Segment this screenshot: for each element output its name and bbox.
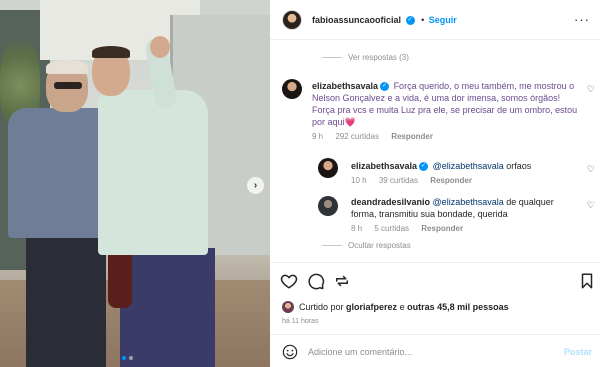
comment-text: elizabethsavala ✓ Força querido, o meu ta… xyxy=(312,80,582,128)
comment-likes[interactable]: 292 curtidas xyxy=(335,132,379,141)
hide-replies-label: Ocultar respostas xyxy=(348,241,411,250)
add-comment-bar: Postar xyxy=(270,334,600,367)
view-replies-button[interactable]: Ver respostas (3) xyxy=(322,53,409,62)
comment-time[interactable]: 9 h xyxy=(312,132,323,141)
reply-likes[interactable]: 39 curtidas xyxy=(379,176,418,185)
reply-text: deandradesilvanio @elizabethsavala de qu… xyxy=(351,196,576,220)
post-time-ago[interactable]: há 11 horas xyxy=(282,318,318,325)
author-avatar[interactable] xyxy=(282,10,302,30)
reply-button[interactable]: Responder xyxy=(430,176,472,185)
comment-item: elizabethsavala ✓ Força querido, o meu ta… xyxy=(312,80,582,141)
carousel-dot xyxy=(129,356,133,360)
liked-by-others[interactable]: outras 45,8 mil pessoas xyxy=(407,302,509,312)
reply-time[interactable]: 8 h xyxy=(351,224,362,233)
reply-button[interactable]: Responder xyxy=(421,224,463,233)
like-comment-heart-icon[interactable]: ♡ xyxy=(587,84,595,95)
hide-replies-button[interactable]: Ocultar respostas xyxy=(322,241,411,250)
liked-by-connector: e xyxy=(399,302,405,312)
reply-meta: 10 h 39 curtidas Responder xyxy=(351,176,576,185)
like-heart-icon[interactable] xyxy=(280,272,298,290)
reply-time[interactable]: 10 h xyxy=(351,176,367,185)
post-header: fabioassuncaooficial ✓ • Seguir ··· xyxy=(270,0,600,40)
liked-by-prefix: Curtido por xyxy=(299,302,344,312)
post-photo[interactable]: › xyxy=(0,0,270,367)
reply-likes[interactable]: 5 curtidas xyxy=(374,224,409,233)
chevron-right-icon: › xyxy=(253,180,258,191)
more-horizontal-icon[interactable]: ··· xyxy=(574,12,590,27)
reply-body: orfaos xyxy=(506,161,532,171)
save-bookmark-icon[interactable] xyxy=(578,272,596,290)
verified-badge-icon: ✓ xyxy=(405,16,415,26)
author-line: fabioassuncaooficial ✓ • Seguir xyxy=(312,15,457,26)
next-photo-button[interactable]: › xyxy=(247,177,264,194)
repost-icon[interactable] xyxy=(333,272,351,290)
carousel-dot-active xyxy=(122,356,126,360)
reply-meta: 8 h 5 curtidas Responder xyxy=(351,224,576,233)
carousel-dots xyxy=(122,356,133,360)
commenter-avatar[interactable] xyxy=(282,79,302,99)
emoji-smiley-icon[interactable] xyxy=(282,344,298,360)
comment-meta: 9 h 292 curtidas Responder xyxy=(312,132,582,141)
comment-input[interactable] xyxy=(308,343,548,361)
view-replies-label: Ver respostas (3) xyxy=(348,53,409,62)
pink-heart-emoji: 💗 xyxy=(344,117,356,127)
author-username[interactable]: fabioassuncaooficial xyxy=(312,15,401,25)
divider-line xyxy=(322,57,342,59)
post-side-panel: fabioassuncaooficial ✓ • Seguir ··· Ver … xyxy=(270,0,600,367)
verified-badge-icon: ✓ xyxy=(419,162,429,172)
comment-username[interactable]: elizabethsavala xyxy=(312,81,378,91)
reply-item: elizabethsavala ✓ @elizabethsavala orfaos… xyxy=(351,160,576,185)
reply-mention[interactable]: @elizabethsavala xyxy=(433,161,504,171)
reply-mention[interactable]: @elizabethsavala xyxy=(433,197,504,207)
reply-item: deandradesilvanio @elizabethsavala de qu… xyxy=(351,196,576,233)
reply-button[interactable]: Responder xyxy=(391,132,433,141)
comment-bubble-icon[interactable] xyxy=(307,272,325,290)
photo-person-younger xyxy=(90,36,240,367)
liked-by-row: Curtido por gloriafperez e outras 45,8 m… xyxy=(282,301,509,313)
divider-line xyxy=(322,245,342,247)
reply-text: elizabethsavala ✓ @elizabethsavala orfaos xyxy=(351,160,576,172)
follow-button[interactable]: Seguir xyxy=(429,15,457,25)
liker-avatar[interactable] xyxy=(282,301,294,313)
like-comment-heart-icon[interactable]: ♡ xyxy=(587,200,595,211)
like-comment-heart-icon[interactable]: ♡ xyxy=(587,164,595,175)
post-comment-button[interactable]: Postar xyxy=(564,347,592,357)
reply-username[interactable]: elizabethsavala xyxy=(351,161,417,171)
verified-badge-icon: ✓ xyxy=(380,82,390,92)
separator-dot: • xyxy=(421,15,425,25)
reply-username[interactable]: deandradesilvanio xyxy=(351,197,430,207)
post-actions-bar xyxy=(270,262,600,300)
reply-avatar[interactable] xyxy=(318,196,338,216)
reply-avatar[interactable] xyxy=(318,158,338,178)
liker-username[interactable]: gloriafperez xyxy=(346,302,397,312)
